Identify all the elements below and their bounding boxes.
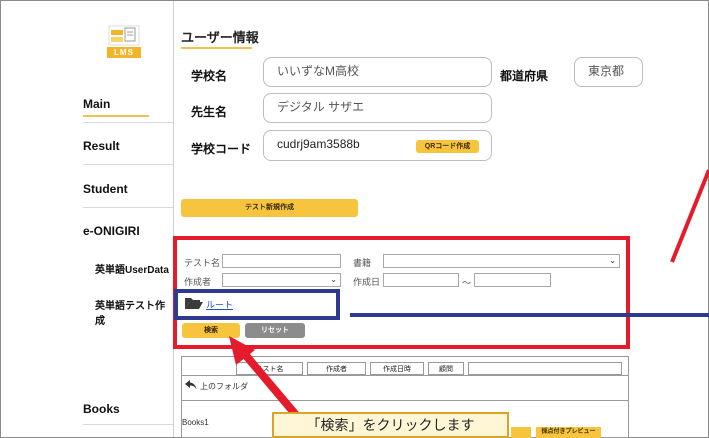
col-header-count: 顧問 (428, 362, 464, 375)
up-folder-link[interactable]: 上のフォルダ (185, 380, 248, 392)
nav-result[interactable]: Result (83, 139, 120, 153)
school-label: 学校名 (191, 69, 228, 83)
sidebar: LMS Main Result Student e-ONIGIRI 英単語Use… (1, 1, 174, 437)
divider (83, 424, 173, 425)
row-action-button[interactable] (511, 427, 531, 438)
col-header-author: 作成者 (307, 362, 366, 375)
school-code-value: cudrj9am3588b (277, 137, 360, 151)
table-row-name[interactable]: Books1 (182, 418, 209, 427)
teacher-field[interactable]: デジタル サザエ (263, 93, 492, 123)
app-logo[interactable]: LMS (107, 24, 141, 58)
annotation-connector-line (350, 313, 709, 317)
col-header-date: 作成日時 (370, 362, 424, 375)
nav-userdata[interactable]: 英単語UserData (95, 261, 169, 276)
new-test-button[interactable]: テスト新規作成 (181, 199, 358, 217)
divider (83, 122, 173, 123)
logo-text: LMS (107, 47, 141, 58)
col-header-name: テスト名 (236, 362, 303, 375)
section-title-user-info: ユーザー情報 (181, 27, 259, 49)
pref-label: 都道府県 (500, 69, 549, 83)
highlight-root-folder (174, 289, 340, 320)
instruction-callout: 「検索」をクリックします (272, 412, 509, 438)
divider (83, 164, 173, 165)
nav-student[interactable]: Student (83, 182, 128, 196)
school-field[interactable]: いいずなM高校 (263, 57, 492, 87)
up-folder-label: 上のフォルダ (200, 382, 248, 391)
preview-button[interactable]: 採点付きプレビュー (536, 427, 601, 438)
table-row-up[interactable] (181, 375, 629, 401)
qr-create-button[interactable]: QRコード作成 (416, 140, 479, 153)
nav-main[interactable]: Main (83, 97, 150, 117)
book-logo-icon (108, 25, 140, 46)
nav-onigiri[interactable]: e-ONIGIRI (83, 224, 140, 238)
pref-field[interactable]: 東京都 (574, 57, 643, 87)
teacher-label: 先生名 (191, 105, 228, 119)
back-arrow-icon (185, 380, 197, 390)
col-header-extra (468, 362, 622, 375)
divider (83, 207, 173, 208)
school-code-label: 学校コード (191, 142, 252, 156)
nav-test-create[interactable]: 英単語テスト作成 (95, 297, 173, 327)
nav-books[interactable]: Books (83, 402, 120, 416)
